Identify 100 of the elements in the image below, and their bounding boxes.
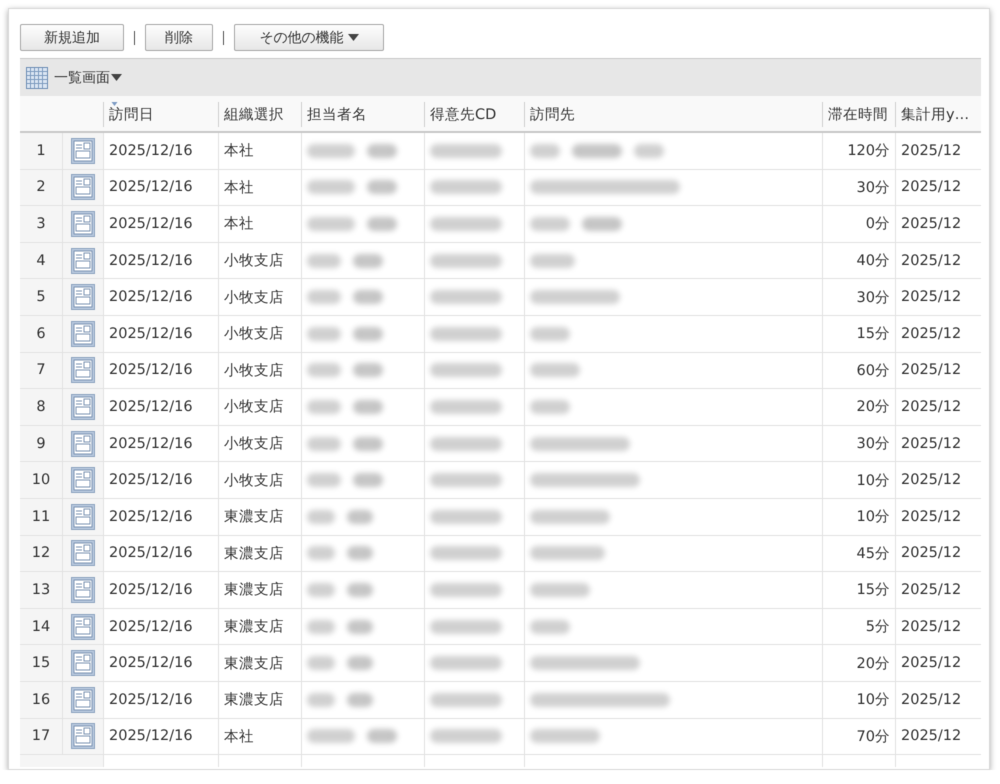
- blurred-text: [347, 582, 373, 597]
- blurred-text: [307, 510, 335, 524]
- blurred-text: [307, 729, 355, 744]
- blurred-text: [347, 510, 373, 524]
- row-number: 4: [20, 242, 62, 278]
- open-record-button[interactable]: [62, 718, 103, 754]
- column-header[interactable]: 訪問先: [524, 102, 822, 127]
- table-cell-text: 20分: [856, 654, 890, 673]
- table-cell-text: 120分: [847, 142, 890, 160]
- open-record-button[interactable]: [62, 389, 103, 425]
- open-record-button[interactable]: [62, 316, 103, 352]
- table-cell-text: 20分: [856, 398, 890, 416]
- table-cell: 2025/12/16: [109, 362, 193, 378]
- blurred-text: [307, 620, 335, 634]
- table-cell-text: 10分: [856, 472, 890, 490]
- table-cell-text: 本社: [224, 215, 254, 234]
- blurred-text: [430, 326, 502, 341]
- add-button[interactable]: 新規追加: [20, 24, 124, 51]
- delete-button[interactable]: 削除: [145, 24, 213, 51]
- form-icon: [71, 540, 95, 566]
- open-record-button[interactable]: [62, 536, 103, 572]
- form-icon: [71, 467, 95, 494]
- table-cell: 2025/12/16: [109, 289, 193, 306]
- blurred-text: [307, 692, 335, 707]
- column-header[interactable]: 集計用y…: [895, 102, 982, 127]
- table-cell: 2025/12: [901, 508, 962, 525]
- blurred-text: [353, 473, 383, 488]
- form-icon: [71, 284, 95, 310]
- view-menu-button[interactable]: 一覧画面: [54, 68, 122, 86]
- table-cell-text: 10分: [856, 508, 890, 526]
- form-icon: [71, 138, 95, 164]
- blurred-text: [307, 656, 335, 670]
- form-icon: [71, 614, 95, 640]
- blurred-text: [430, 656, 502, 670]
- form-icon: [71, 357, 95, 384]
- open-record-button[interactable]: [62, 645, 103, 681]
- table-cell-text: 本社: [224, 178, 254, 197]
- open-record-button[interactable]: [62, 170, 103, 206]
- table-cell-text: 小牧支店: [224, 288, 284, 307]
- column-header[interactable]: 組織選択: [218, 102, 301, 127]
- column-header[interactable]: 担当者名: [301, 102, 424, 127]
- blurred-text: [430, 729, 502, 744]
- open-record-button[interactable]: [62, 498, 103, 535]
- table-cell-text: 45分: [856, 544, 890, 563]
- open-record-button[interactable]: [62, 242, 103, 278]
- blurred-text: [530, 363, 580, 378]
- blurred-text: [530, 216, 570, 231]
- blurred-text: [367, 180, 397, 194]
- form-icon: [71, 248, 95, 274]
- row-number: 3: [20, 206, 62, 242]
- form-icon: [71, 320, 95, 347]
- table-cell-text: 東濃支店: [224, 690, 284, 710]
- table-cell: 2025/12/16: [109, 582, 193, 598]
- blurred-text: [307, 290, 341, 304]
- open-record-button[interactable]: [62, 682, 103, 718]
- open-record-button[interactable]: [62, 462, 103, 498]
- open-record-button[interactable]: [62, 206, 103, 242]
- open-record-button[interactable]: [62, 279, 103, 315]
- blurred-text: [353, 254, 383, 268]
- open-record-button[interactable]: [62, 572, 103, 608]
- table-cell-text: 0分: [866, 215, 890, 234]
- blurred-text: [430, 692, 502, 707]
- row-number: 7: [20, 352, 62, 388]
- blurred-text: [347, 620, 373, 634]
- blurred-text: [307, 254, 341, 268]
- column-header[interactable]: 訪問日: [103, 102, 218, 127]
- form-icon: [71, 174, 95, 200]
- open-record-button[interactable]: [62, 133, 103, 169]
- column-header[interactable]: 得意先CD: [424, 102, 524, 127]
- table-cell-text: 30分: [856, 288, 890, 307]
- table-cell: 2025/12: [901, 618, 962, 635]
- table-cell-text: 40分: [856, 252, 890, 270]
- table-cell: 2025/12: [901, 142, 962, 159]
- row-number: 9: [20, 426, 62, 462]
- table-cell: 2025/12: [901, 252, 962, 269]
- blurred-text: [572, 144, 622, 158]
- form-icon: [71, 504, 95, 530]
- blurred-text: [353, 363, 383, 378]
- blurred-text: [307, 473, 341, 488]
- more-menu-button[interactable]: その他の機能: [234, 24, 384, 51]
- form-icon: [71, 394, 95, 420]
- table-cell-text: 15分: [856, 325, 890, 344]
- open-record-button[interactable]: [62, 426, 103, 462]
- blurred-text: [307, 144, 355, 158]
- row-number: 14: [20, 608, 62, 644]
- blurred-text: [430, 254, 502, 268]
- row-number: 5: [20, 279, 62, 315]
- blurred-text: [353, 436, 383, 451]
- blurred-text: [430, 620, 502, 634]
- table-cell-text: 小牧支店: [224, 472, 284, 490]
- column-header[interactable]: 滞在時間: [822, 102, 895, 127]
- open-record-button[interactable]: [62, 352, 103, 388]
- table-cell: 2025/12: [901, 398, 962, 415]
- open-record-button[interactable]: [62, 608, 103, 644]
- blurred-text: [347, 656, 373, 670]
- table-cell-text: 東濃支店: [224, 508, 284, 526]
- blurred-text: [530, 620, 570, 634]
- table-cell-text: 東濃支店: [224, 618, 284, 636]
- table-cell: 2025/12: [901, 472, 962, 488]
- table-cell: 2025/12/16: [109, 398, 193, 415]
